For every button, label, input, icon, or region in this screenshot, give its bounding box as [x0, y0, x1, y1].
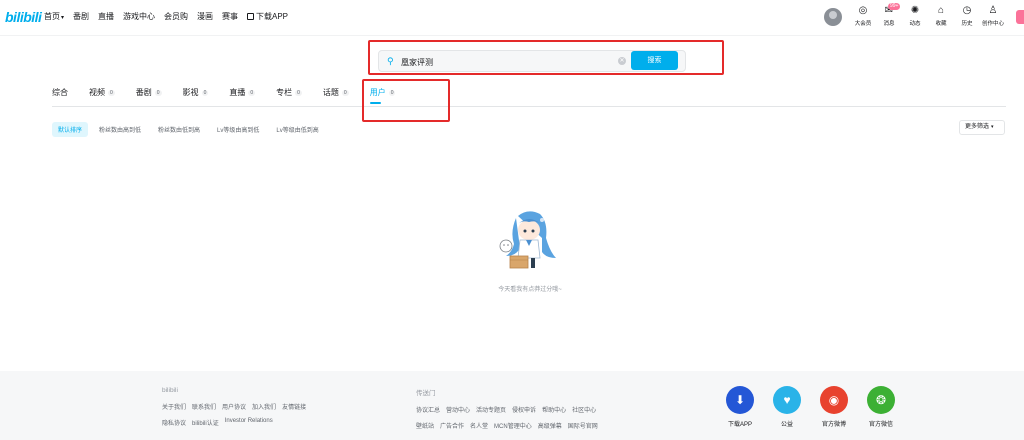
tabs-divider	[52, 106, 1006, 107]
footer-wechat[interactable]: ❂ 官方微信	[863, 386, 899, 428]
wechat-icon: ❂	[867, 386, 895, 414]
vip-icon: ◎	[858, 5, 868, 16]
tab-all[interactable]: 综合	[52, 87, 68, 98]
footer-link[interactable]: 名人堂	[470, 421, 488, 430]
footer-col-title: 传送门	[416, 390, 436, 397]
footer-link[interactable]: 用户协议	[222, 402, 246, 411]
nav-game-center[interactable]: 游戏中心	[123, 11, 155, 22]
top-navbar: bilibili 首页▾ 番剧 直播 游戏中心 会员购 漫画 赛事 下载APP …	[0, 0, 1024, 36]
footer-link[interactable]: Investor Relations	[225, 418, 273, 427]
history-icon: ◷	[962, 5, 972, 16]
dynamic-icon: ✺	[910, 5, 920, 16]
footer-link[interactable]: 友情链接	[282, 402, 306, 411]
weibo-icon: ◉	[820, 386, 848, 414]
sort-options: 默认排序 粉丝数由高到低 粉丝数由低到高 Lv等级由高到低 Lv等级由低到高	[52, 122, 325, 137]
nav-vip-shop[interactable]: 会员购	[164, 11, 188, 22]
nav-favorite[interactable]: ⌂ 收藏	[932, 5, 950, 27]
footer-link[interactable]: 加入我们	[252, 402, 276, 411]
nav-download-app[interactable]: 下载APP	[247, 11, 288, 22]
nav-vip[interactable]: ◎ 大会员	[854, 5, 872, 27]
footer-col-portal: 传送门 协议汇总 营动中心 活动专题页 侵权申诉 帮助中心 社区中心 壁纸站 广…	[416, 387, 598, 437]
footer-link[interactable]: 活动专题页	[476, 405, 506, 414]
download-app-icon: ⬇	[726, 386, 754, 414]
footer-link[interactable]: 侵权申诉	[512, 405, 536, 414]
footer-link[interactable]: 营动中心	[446, 405, 470, 414]
tab-bangumi[interactable]: 番剧 0	[136, 87, 162, 98]
empty-state-text: 今天看我有点莽过分哦~	[498, 287, 562, 293]
footer-link[interactable]: 协议汇总	[416, 405, 440, 414]
nav-manga[interactable]: 漫画	[197, 11, 213, 22]
footer-link[interactable]: 国际号官网	[568, 421, 598, 430]
nav-anime[interactable]: 番剧	[73, 11, 89, 22]
sort-level-asc[interactable]: Lv等级由低到高	[270, 122, 324, 137]
annotation-frame-search	[368, 40, 724, 75]
footer-download-app[interactable]: ⬇ 下载APP	[722, 386, 758, 428]
empty-state-illustration	[499, 211, 556, 269]
footer-link[interactable]: 壁纸站	[416, 421, 434, 430]
footer-link[interactable]: bilibili认证	[192, 418, 219, 427]
charity-icon: ♥	[773, 386, 801, 414]
tab-video[interactable]: 视频 0	[89, 87, 115, 98]
footer-link[interactable]: 高级弹幕	[538, 421, 562, 430]
sort-fans-asc[interactable]: 粉丝数由低到高	[152, 122, 206, 137]
chevron-down-icon: ▾	[991, 124, 994, 130]
footer-link[interactable]: 帮助中心	[542, 405, 566, 414]
nav-esports[interactable]: 赛事	[222, 11, 238, 22]
nav-right-menu: ◎ 大会员 99+ ✉ 消息 ✺ 动态 ⌂ 收藏 ◷ 历史 ♙ 创作中心	[824, 3, 1004, 27]
tab-live[interactable]: 直播 0	[229, 87, 256, 98]
nav-message[interactable]: 99+ ✉ 消息	[880, 3, 901, 27]
footer-link[interactable]: 隐私协议	[162, 418, 186, 427]
nav-creator-center[interactable]: ♙ 创作中心	[982, 5, 1004, 27]
nav-left-menu: 首页▾ 番剧 直播 游戏中心 会员购 漫画 赛事 下载APP	[44, 11, 288, 22]
footer-col-bilibili: bilibili 关于我们 联系我们 用户协议 加入我们 友情链接 隐私协议 b…	[162, 387, 306, 434]
footer-weibo[interactable]: ◉ 官方微博	[816, 386, 852, 428]
creator-icon: ♙	[988, 5, 998, 16]
favorite-icon: ⌂	[937, 5, 945, 16]
bilibili-logo[interactable]: bilibili	[5, 9, 42, 25]
nav-home[interactable]: 首页▾	[44, 11, 64, 22]
footer-charity[interactable]: ♥ 公益	[769, 386, 805, 428]
footer-link[interactable]: 广告合作	[440, 421, 464, 430]
footer-col-title: bilibili	[162, 387, 178, 394]
chevron-down-icon: ▾	[61, 15, 65, 21]
footer-link[interactable]: MCN管理中心	[494, 421, 532, 430]
annotation-frame-user-tab	[362, 79, 450, 122]
avatar[interactable]	[824, 8, 842, 26]
download-icon	[247, 13, 255, 20]
sort-level-desc[interactable]: Lv等级由高到低	[211, 122, 265, 137]
nav-dynamic[interactable]: ✺ 动态	[906, 5, 924, 27]
more-filter-button[interactable]: 更多筛选 ▾	[959, 120, 1005, 135]
footer-link[interactable]: 联系我们	[192, 402, 216, 411]
tab-article[interactable]: 专栏 0	[276, 87, 302, 98]
tab-topic[interactable]: 话题 0	[323, 87, 349, 98]
footer-link[interactable]: 社区中心	[572, 405, 596, 414]
nav-history[interactable]: ◷ 历史	[958, 5, 976, 27]
footer-link[interactable]: 关于我们	[162, 402, 186, 411]
sort-fans-desc[interactable]: 粉丝数由高到低	[93, 122, 147, 137]
tab-film[interactable]: 影视 0	[183, 87, 209, 98]
sort-default[interactable]: 默认排序	[52, 122, 89, 137]
message-badge: 99+	[888, 3, 901, 10]
upload-button[interactable]	[1016, 10, 1024, 24]
nav-live[interactable]: 直播	[98, 11, 114, 22]
